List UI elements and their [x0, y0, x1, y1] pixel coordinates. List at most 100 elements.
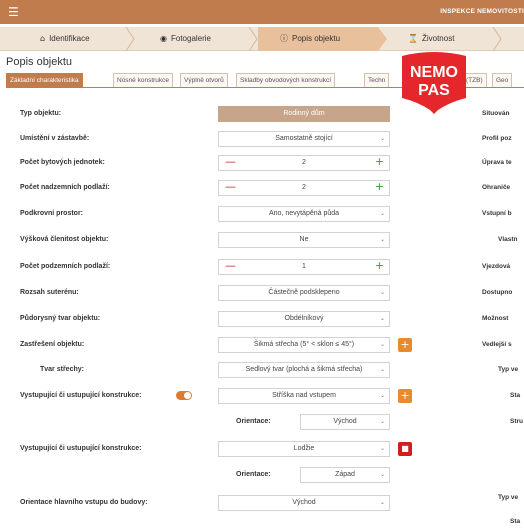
- minus-icon[interactable]: —: [225, 180, 236, 194]
- pocet-bytovych-stepper[interactable]: — 2 +: [218, 155, 390, 171]
- right-label: Vjezdová: [482, 263, 511, 270]
- chevron-down-icon: ⌄: [379, 135, 385, 142]
- field-label: Orientace:: [236, 418, 271, 425]
- page-title: Popis objektu: [6, 56, 73, 68]
- field-label: Typ objektu:: [20, 110, 62, 117]
- step-navigation: ⌂ Identifikace ◉ Fotogalerie ⓘ Popis objekt…: [0, 27, 524, 51]
- pocet-nadzemnich-stepper[interactable]: — 2 +: [218, 180, 390, 196]
- row-pudorysny-tvar: Půdorysný tvar objektu: Obdélníkový ⌄: [0, 311, 524, 327]
- nemopas-logo: NEMO PAS: [398, 50, 470, 114]
- select-value: Sedlový tvar (plochá a šikmá střecha): [245, 366, 363, 373]
- step-label: Popis objektu: [292, 34, 341, 43]
- select-value: Východ: [333, 418, 357, 425]
- vystupujici-2-select[interactable]: Lodžie ⌄: [218, 441, 390, 457]
- chevron-down-icon: ⌄: [379, 315, 385, 322]
- plus-icon[interactable]: +: [375, 259, 384, 273]
- rozsah-suterenu-select[interactable]: Částečně podsklepeno ⌄: [218, 285, 390, 301]
- right-label: Situován: [482, 110, 510, 117]
- chevron-down-icon: ⌄: [379, 471, 385, 478]
- right-label: Vstupní b: [482, 210, 512, 217]
- field-label: Podkrovní prostor:: [20, 210, 84, 217]
- tab-nosne-konstrukce[interactable]: Nosné konstrukce: [113, 73, 174, 87]
- pudorysny-tvar-select[interactable]: Obdélníkový ⌄: [218, 311, 390, 327]
- tab-vyplne-otvoru[interactable]: Výplně otvorů: [180, 73, 228, 87]
- minus-icon[interactable]: —: [225, 259, 236, 273]
- umisteni-select[interactable]: Samostatně stojící ⌄: [218, 131, 390, 147]
- chevron-down-icon: ⌄: [379, 392, 385, 399]
- select-value: Ano, nevytápěná půda: [268, 210, 340, 217]
- step-separator: [378, 27, 388, 51]
- top-bar: ☰ INSPEKCE NEMOVITOSTI: [0, 0, 524, 24]
- podkrovni-select[interactable]: Ano, nevytápěná půda ⌄: [218, 206, 390, 222]
- tab-technicke[interactable]: Techn: [364, 73, 390, 87]
- step-label: Životnost: [421, 34, 455, 43]
- vyskova-select[interactable]: Ne ⌄: [218, 232, 390, 248]
- tab-skladby-obvodovych[interactable]: Skladby obvodových konstrukcí: [236, 73, 336, 87]
- select-value: Východ: [292, 499, 316, 506]
- add-button[interactable]: +: [398, 338, 412, 352]
- field-label: Orientace:: [236, 471, 271, 478]
- select-value: Obdélníkový: [284, 315, 324, 322]
- orientace-2-select[interactable]: Západ ⌄: [300, 467, 390, 483]
- vystupujici-1-select[interactable]: Stříška nad vstupem ⌄: [218, 388, 390, 404]
- chevron-down-icon: ⌄: [379, 445, 385, 452]
- orientace-1-select[interactable]: Východ ⌄: [300, 414, 390, 430]
- field-label: Tvar střechy:: [40, 366, 84, 373]
- row-rozsah-suterenu: Rozsah suterénu: Částečně podsklepeno ⌄: [0, 285, 524, 301]
- row-orientace-2: Orientace: Západ ⌄: [0, 467, 524, 483]
- right-label: Stru: [510, 418, 523, 425]
- row-vystupujici-2: Vystupující či ustupující konstrukce: Lo…: [0, 441, 524, 457]
- tab-zakladni-charakteristika[interactable]: Základní charakteristika: [6, 73, 83, 87]
- step-identifikace[interactable]: ⌂ Identifikace: [40, 27, 90, 51]
- right-label: Ohraniče: [482, 184, 511, 191]
- right-label: Možnost: [482, 315, 509, 322]
- stamp-line2: PAS: [418, 82, 450, 99]
- chevron-down-icon: ⌄: [379, 418, 385, 425]
- right-label: Dostupno: [482, 289, 513, 296]
- right-label: Vlastn: [498, 236, 518, 243]
- orientace-vstupu-select[interactable]: Východ ⌄: [218, 495, 390, 511]
- chevron-down-icon: ⌄: [379, 210, 385, 217]
- zastreseni-select[interactable]: Šikmá střecha (5° < sklon ≤ 45°) ⌄: [218, 337, 390, 353]
- row-pocet-podzemnich: Počet podzemních podlaží: — 1 +: [0, 259, 524, 275]
- field-label: Výšková členitost objektu:: [20, 236, 109, 243]
- stepper-value: 2: [302, 159, 306, 166]
- select-value: Samostatně stojící: [275, 135, 333, 142]
- field-label: Vystupující či ustupující konstrukce:: [20, 445, 142, 452]
- field-label: Počet nadzemních podlaží:: [20, 184, 110, 191]
- plus-icon[interactable]: +: [375, 180, 384, 194]
- field-label: Orientace hlavního vstupu do budovy:: [20, 499, 148, 506]
- camera-icon: ◉: [160, 34, 167, 43]
- row-vyskova: Výšková členitost objektu: Ne ⌄: [0, 232, 524, 248]
- add-button[interactable]: +: [398, 389, 412, 403]
- field-label: Rozsah suterénu:: [20, 289, 79, 296]
- step-fotogalerie[interactable]: ◉ Fotogalerie: [160, 27, 211, 51]
- vystupujici-toggle[interactable]: [176, 391, 192, 400]
- trash-icon[interactable]: ■: [398, 442, 412, 456]
- step-separator: [125, 27, 135, 51]
- step-label: Fotogalerie: [170, 34, 212, 43]
- chevron-down-icon: ⌄: [379, 366, 385, 373]
- row-orientace-1: Orientace: Východ ⌄: [0, 414, 524, 430]
- chevron-down-icon: ⌄: [379, 236, 385, 243]
- select-value: Ne: [299, 236, 309, 243]
- typ-objektu-value: Rodinný dům: [218, 106, 390, 122]
- hourglass-icon: ⌛: [408, 34, 418, 43]
- step-popis-objektu[interactable]: ⓘ Popis objektu: [258, 27, 378, 51]
- info-icon: ⓘ: [280, 34, 288, 43]
- step-zivotnost[interactable]: ⌛ Životnost: [408, 27, 454, 51]
- row-pocet-bytovych: Počet bytových jednotek: — 2 +: [0, 155, 524, 171]
- select-value: Šikmá střecha (5° < sklon ≤ 45°): [253, 341, 355, 348]
- row-orientace-vstupu: Orientace hlavního vstupu do budovy: Výc…: [0, 495, 524, 511]
- tvar-strechy-select[interactable]: Sedlový tvar (plochá a šikmá střecha) ⌄: [218, 362, 390, 378]
- chevron-down-icon: ⌄: [379, 341, 385, 348]
- pocet-podzemnich-stepper[interactable]: — 1 +: [218, 259, 390, 275]
- plus-icon[interactable]: +: [375, 155, 384, 169]
- hamburger-icon[interactable]: ☰: [8, 6, 20, 18]
- field-label: Vystupující či ustupující konstrukce:: [20, 392, 142, 399]
- right-label: Typ ve: [498, 366, 519, 373]
- select-value: Lodžie: [293, 445, 315, 452]
- minus-icon[interactable]: —: [225, 155, 236, 169]
- select-value: Stříška nad vstupem: [272, 392, 336, 399]
- row-zastreseni: Zastřešení objektu: Šikmá střecha (5° < …: [0, 337, 524, 353]
